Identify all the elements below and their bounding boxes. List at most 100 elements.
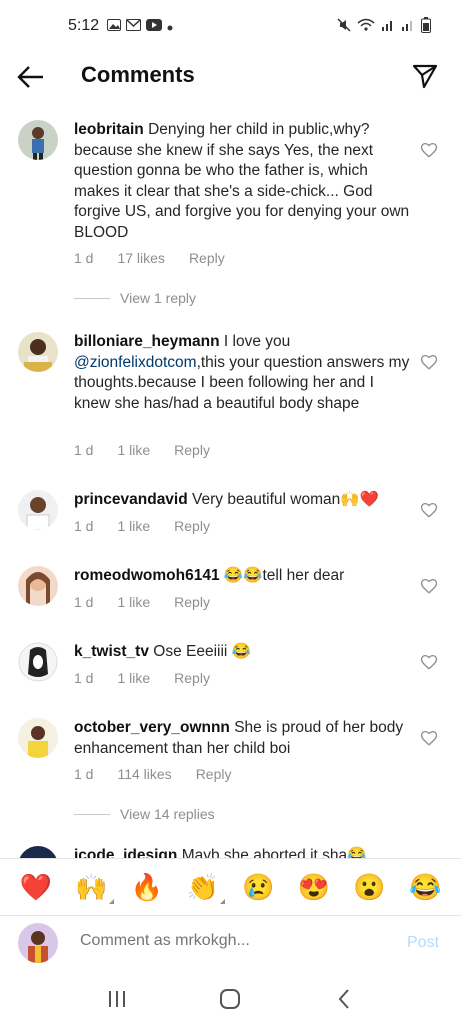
comment-likes[interactable]: 17 likes	[117, 250, 164, 266]
avatar[interactable]	[18, 566, 58, 606]
emoji-reaction-bar: ❤️ 🙌 🔥 👏 😢 😍 😮 😂	[0, 858, 461, 914]
emoji-laughing[interactable]: 😂	[409, 874, 441, 900]
skin-tone-indicator	[219, 898, 225, 904]
comments-list[interactable]: leobritain Denying her child in public,w…	[0, 110, 461, 858]
emoji-heart[interactable]: ❤️	[20, 874, 52, 900]
comment-meta: 1 d 17 likes Reply	[74, 250, 249, 266]
heart-icon[interactable]	[420, 353, 438, 371]
avatar[interactable]	[18, 120, 58, 160]
comment-meta: 1 d 1 like Reply	[74, 670, 234, 686]
wifi-icon	[357, 18, 375, 35]
comment-message: I love you	[223, 333, 291, 350]
emoji-raised-hands[interactable]: 🙌	[75, 871, 114, 904]
comment-meta: 1 d 1 like Reply	[74, 442, 234, 458]
emoji-heart-eyes[interactable]: 😍	[298, 874, 330, 900]
comment-message: Ose Eeeiiii 😂	[153, 643, 251, 660]
my-avatar	[18, 923, 58, 963]
comment-text: k_twist_tv Ose Eeeiiii 😂	[74, 642, 414, 663]
comment-text: jcode_idesign Mayb she aborted it sha😂	[74, 846, 414, 858]
comment-likes[interactable]: 1 like	[117, 670, 150, 686]
comment-message: 😂😂tell her dear	[223, 567, 345, 584]
comment-username[interactable]: billoniare_heymann	[74, 333, 220, 350]
comment-username[interactable]: leobritain	[74, 121, 144, 138]
comment-text: romeodwomoh6141 😂😂tell her dear	[74, 566, 414, 587]
comment-likes[interactable]: 114 likes	[117, 766, 171, 782]
reply-button[interactable]: Reply	[189, 250, 225, 266]
comment-text: billoniare_heymann I love you @zionfelix…	[74, 332, 414, 414]
comment-text: princevandavid Very beautiful woman🙌❤️	[74, 490, 414, 511]
comment-message: Mayb she aborted it sha😂	[181, 847, 367, 858]
reply-button[interactable]: Reply	[174, 518, 210, 534]
home-icon[interactable]	[216, 985, 244, 1013]
comment-username[interactable]: princevandavid	[74, 491, 188, 508]
skin-tone-indicator	[108, 898, 114, 904]
heart-icon[interactable]	[420, 729, 438, 747]
heart-icon[interactable]	[420, 653, 438, 671]
emoji-clap-glyph: 👏	[186, 871, 219, 902]
comment-message: Denying her child in public,why? because…	[74, 121, 410, 241]
comment-username[interactable]: jcode_idesign	[74, 847, 177, 858]
back-nav-icon[interactable]	[330, 985, 358, 1013]
comment-time: 1 d	[74, 594, 94, 610]
reply-button[interactable]: Reply	[174, 442, 210, 458]
reply-button[interactable]: Reply	[174, 670, 210, 686]
comment-likes[interactable]: 1 like	[117, 594, 150, 610]
post-button[interactable]: Post	[407, 934, 439, 952]
system-nav-bar	[0, 973, 461, 1024]
heart-icon[interactable]	[420, 501, 438, 519]
emoji-crying[interactable]: 😢	[242, 874, 274, 900]
avatar[interactable]	[18, 846, 58, 858]
replies-divider	[74, 297, 110, 299]
comment-time: 1 d	[74, 250, 94, 266]
comment-meta: 1 d 1 like Reply	[74, 594, 234, 610]
emoji-surprised[interactable]: 😮	[353, 874, 385, 900]
page-title: Comments	[81, 62, 195, 87]
comment-text: leobritain Denying her child in public,w…	[74, 120, 414, 243]
reply-button[interactable]: Reply	[196, 766, 232, 782]
mention-link[interactable]: @zionfelixdotcom	[74, 354, 197, 371]
comment-time: 1 d	[74, 766, 94, 782]
avatar[interactable]	[18, 718, 58, 758]
reply-button[interactable]: Reply	[174, 594, 210, 610]
signal-icon	[381, 18, 395, 35]
comment-composer: Post	[0, 915, 461, 973]
gallery-icon	[107, 19, 122, 33]
mute-icon	[337, 17, 351, 35]
heart-icon[interactable]	[420, 577, 438, 595]
comment-meta: 1 d 1 like Reply	[74, 518, 234, 534]
avatar[interactable]	[18, 490, 58, 530]
comment-time: 1 d	[74, 670, 94, 686]
emoji-fire[interactable]: 🔥	[131, 874, 163, 900]
comment-time: 1 d	[74, 518, 94, 534]
emoji-clap[interactable]: 👏	[186, 871, 225, 904]
comment-message: Very beautiful woman🙌❤️	[192, 491, 379, 508]
view-replies-label: View 14 replies	[120, 806, 215, 822]
view-replies-button[interactable]: View 14 replies	[74, 806, 215, 822]
header: Comments	[0, 52, 461, 102]
comment-likes[interactable]: 1 like	[117, 518, 150, 534]
gmail-icon	[126, 19, 142, 33]
comment-username[interactable]: k_twist_tv	[74, 643, 149, 660]
comment-username[interactable]: october_very_ownnn	[74, 719, 230, 736]
recent-apps-icon[interactable]	[103, 985, 131, 1013]
comment-likes[interactable]: 1 like	[117, 442, 150, 458]
comment-input[interactable]	[80, 932, 380, 950]
view-replies-button[interactable]: View 1 reply	[74, 290, 196, 306]
status-bar: 5:12	[0, 0, 461, 52]
dot-icon	[167, 20, 173, 33]
emoji-raised-hands-glyph: 🙌	[75, 871, 108, 902]
send-icon[interactable]	[411, 62, 439, 90]
comment-text: october_very_ownnn She is proud of her b…	[74, 718, 414, 759]
comment-time: 1 d	[74, 442, 94, 458]
heart-icon[interactable]	[420, 141, 438, 159]
avatar[interactable]	[18, 332, 58, 372]
youtube-icon	[146, 19, 163, 33]
avatar[interactable]	[18, 642, 58, 682]
view-replies-label: View 1 reply	[120, 290, 197, 306]
comment-username[interactable]: romeodwomoh6141	[74, 567, 220, 584]
status-right-icons	[337, 16, 431, 36]
status-time: 5:12	[68, 17, 100, 34]
signal-icon-2	[401, 18, 415, 35]
battery-icon	[421, 16, 431, 36]
back-arrow-icon[interactable]	[16, 62, 46, 92]
